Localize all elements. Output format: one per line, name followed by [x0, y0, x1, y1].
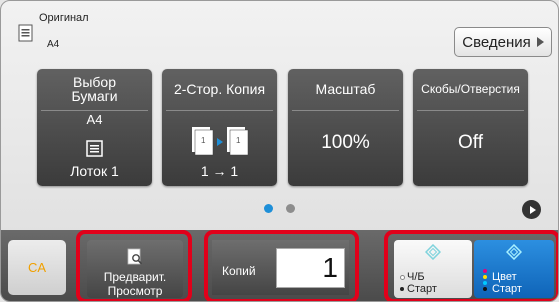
paper-select-title: Выбор Бумаги	[71, 73, 118, 104]
tile-divider	[41, 110, 148, 111]
start-diamond-icon	[506, 244, 522, 260]
preview-magnifier-icon	[127, 248, 143, 265]
bw-black-dot-icon	[400, 287, 404, 291]
cyan-dot-icon	[483, 281, 487, 285]
tile-divider	[166, 110, 273, 111]
color-label-line1: Цвет	[492, 271, 517, 283]
play-right-icon	[529, 205, 536, 214]
yellow-dot-icon	[483, 275, 487, 279]
copy-screen: Оригинал A4 Сведения Выбор Бумаги A4 Лот…	[0, 0, 559, 302]
staple-punch-title: Скобы/Отверстия	[421, 81, 520, 96]
original-label: Оригинал	[39, 12, 89, 24]
paper-size-value: A4	[86, 112, 103, 127]
bw-label-line1: Ч/Б	[407, 271, 425, 283]
preview-label-line1: Предварит.	[103, 270, 167, 284]
bw-start-button[interactable]: Ч/Б Старт	[394, 240, 472, 298]
tile-divider	[417, 110, 524, 111]
page-indicator-active	[264, 204, 273, 213]
color-label-line2: Старт	[492, 283, 522, 295]
staple-punch-tile[interactable]: Скобы/Отверстия Off	[413, 69, 528, 186]
duplex-pages-icon: 1 1	[192, 127, 249, 156]
duplex-mode-value: 1 → 1	[200, 163, 239, 179]
bw-white-dot-icon	[400, 275, 405, 280]
details-button-label: Сведения	[462, 33, 531, 51]
zoom-tile[interactable]: Масштаб 100%	[288, 69, 403, 186]
svg-text:1: 1	[201, 136, 206, 145]
zoom-value: 100%	[321, 132, 370, 153]
tile-divider	[292, 110, 399, 111]
duplex-copy-tile[interactable]: 2-Стор. Копия 1 1 1 → 1	[162, 69, 277, 186]
copies-input[interactable]: 1	[276, 248, 345, 288]
paper-tray-label: Лоток 1	[70, 163, 119, 179]
clear-all-button[interactable]: CA	[8, 240, 66, 295]
preview-label-line2: Просмотр	[107, 284, 163, 298]
bw-label-line2: Старт	[407, 283, 437, 295]
arrow-right-icon	[536, 37, 544, 47]
original-document-icon	[18, 24, 33, 42]
svg-text:1: 1	[236, 136, 241, 145]
black-dot-icon	[483, 287, 487, 291]
page-indicator-inactive[interactable]	[286, 204, 295, 213]
preview-button[interactable]: Предварит. Просмотр	[87, 240, 183, 298]
details-button[interactable]: Сведения	[454, 27, 552, 57]
staple-punch-value: Off	[458, 132, 483, 153]
zoom-title: Масштаб	[315, 80, 376, 97]
magenta-dot-icon	[483, 269, 487, 273]
color-start-button[interactable]: Цвет Старт	[474, 240, 554, 298]
original-size: A4	[47, 39, 60, 50]
copies-label: Копий	[222, 264, 256, 278]
clear-all-label: CA	[27, 260, 47, 275]
paper-tray-icon	[86, 140, 103, 157]
duplex-copy-title: 2-Стор. Копия	[173, 80, 266, 97]
start-diamond-icon	[425, 244, 441, 260]
paper-select-tile[interactable]: Выбор Бумаги A4 Лоток 1	[37, 69, 152, 186]
next-page-button[interactable]	[522, 200, 541, 219]
